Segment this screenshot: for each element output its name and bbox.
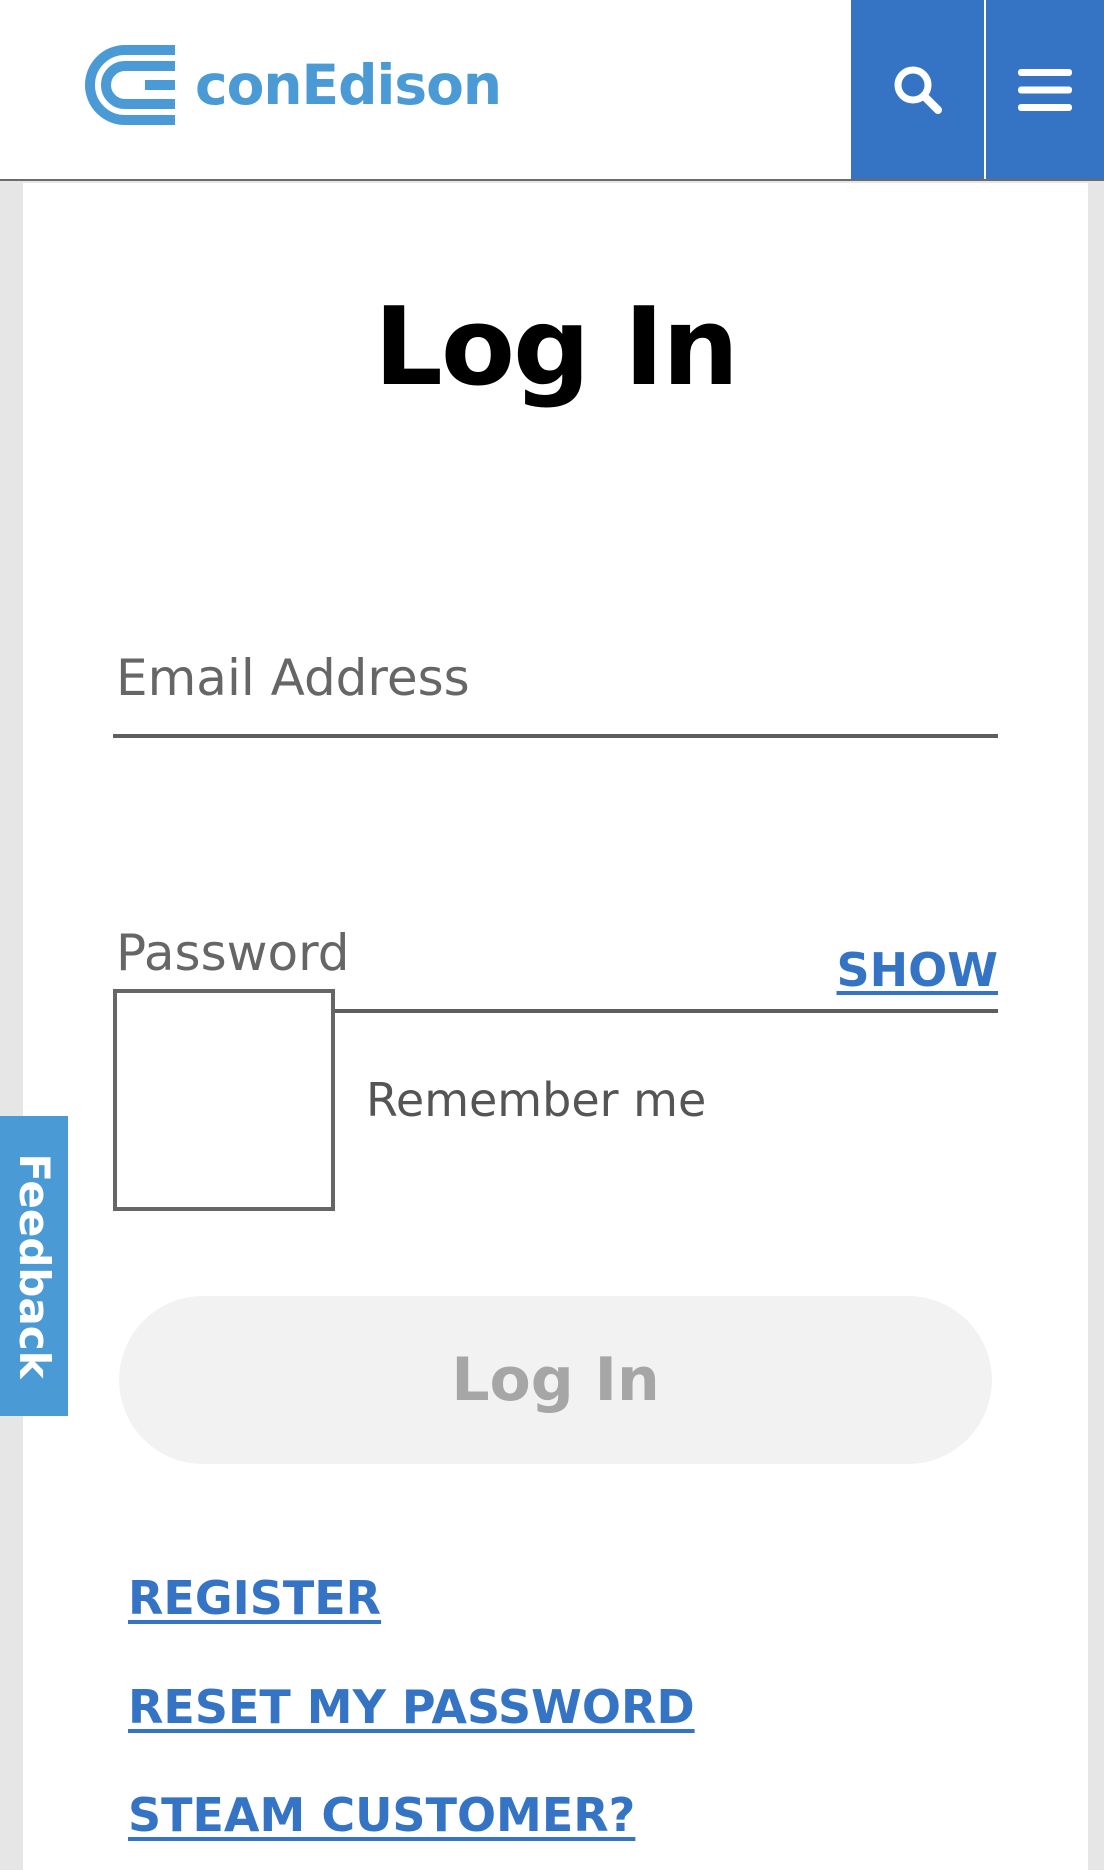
feedback-tab[interactable]: Feedback: [0, 1116, 68, 1416]
brand-name: conEdison: [195, 53, 502, 117]
reset-password-link[interactable]: RESET MY PASSWORD: [128, 1677, 695, 1737]
login-page: conEdison Log In Email Address Password …: [0, 0, 1104, 1870]
remember-me-label[interactable]: Remember me: [366, 1068, 706, 1132]
conedison-logo[interactable]: conEdison: [83, 44, 502, 126]
login-button[interactable]: Log In: [119, 1296, 992, 1464]
hamburger-menu-icon: [1018, 68, 1072, 111]
search-icon: [894, 66, 942, 114]
email-label: Email Address: [116, 649, 470, 707]
steam-customer-link[interactable]: STEAM CUSTOMER?: [128, 1785, 635, 1845]
feedback-label: Feedback: [10, 1153, 59, 1379]
conedison-logo-icon: [85, 45, 175, 125]
register-link[interactable]: REGISTER: [128, 1568, 381, 1628]
page-title: Log In: [374, 285, 739, 410]
menu-button[interactable]: [986, 0, 1104, 179]
remember-me-checkbox[interactable]: [113, 989, 335, 1211]
email-field[interactable]: Email Address: [113, 638, 998, 738]
site-header: conEdison: [0, 0, 1104, 181]
search-button[interactable]: [851, 0, 984, 179]
login-card: Log In Email Address Password SHOW Remem…: [23, 183, 1088, 1870]
password-label: Password: [116, 924, 350, 982]
show-password-link[interactable]: SHOW: [837, 938, 998, 1002]
